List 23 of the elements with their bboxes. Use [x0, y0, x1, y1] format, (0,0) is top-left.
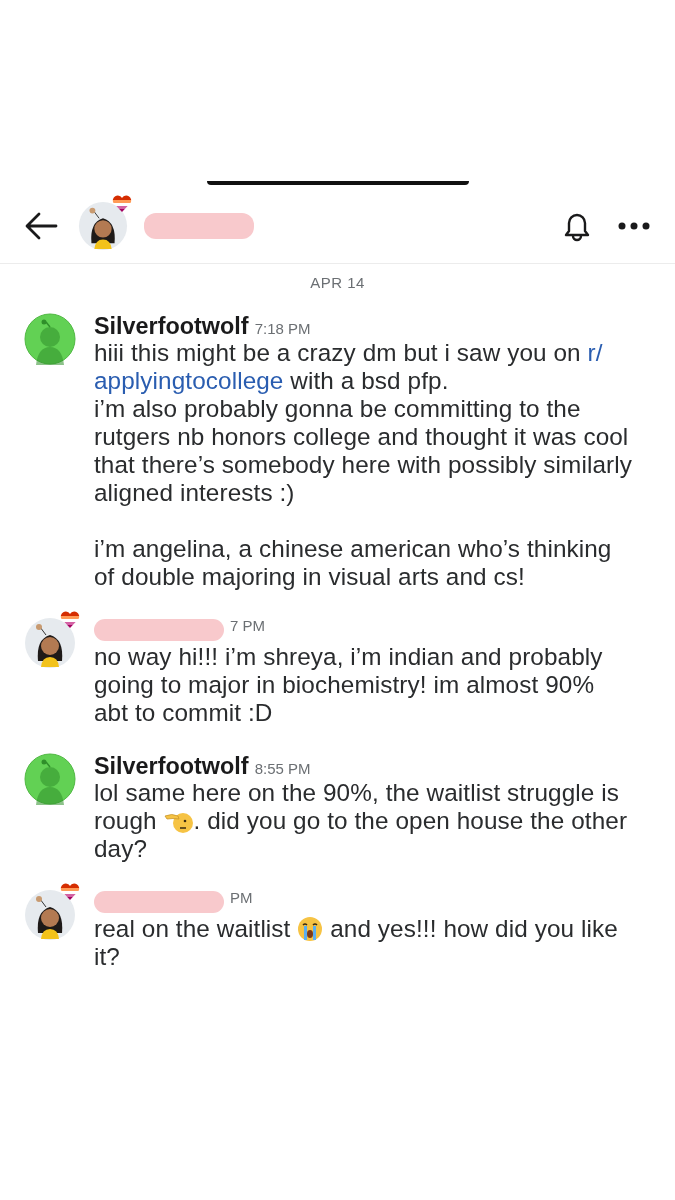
avatar[interactable] — [24, 617, 76, 669]
message-time: PM — [230, 889, 253, 906]
pride-heart-icon — [112, 195, 132, 213]
subreddit-link[interactable]: applyingtocollege — [94, 367, 284, 394]
message-text: i’m also probably gonna be committing to the rutgers nb honors college and thought it was cool that there’s somebody here with possibly similarly aligned interests :) — [94, 395, 633, 507]
crying-face-icon — [297, 916, 324, 942]
message-text: real on the waitlist and yes!!! how did you like it? — [94, 915, 619, 971]
saluting-face-icon — [163, 810, 194, 834]
message-text: lol same here on the 90%, the waitlist struggle is rough . did you go to the open house the other day? — [94, 779, 629, 863]
message-time: 7:18 PM — [254, 320, 311, 337]
message-time: 8:55 PM — [254, 760, 311, 777]
subreddit-link[interactable]: r/ — [587, 339, 603, 366]
message-time: 7 PM — [230, 617, 265, 634]
author-name[interactable]: Silverfootwolf — [94, 753, 249, 780]
date-divider: APR 14 — [309, 273, 366, 293]
author-name[interactable]: Silverfootwolf — [94, 313, 249, 340]
avatar[interactable] — [78, 201, 128, 251]
pride-heart-icon — [60, 883, 80, 901]
message-text: no way hi!!! i’m shreya, i’m indian and probably going to major in biochemistry! im almost 90% abt to commit :D — [94, 643, 604, 727]
avatar[interactable] — [24, 889, 76, 941]
pride-heart-icon — [60, 611, 80, 629]
message-text: hiii this might be a crazy dm but i saw you on r/ applyingtocollege with a bsd pfp. — [94, 339, 604, 395]
message-text: i’m angelina, a chinese american who’s thinking of double majoring in visual arts and cs! — [94, 535, 613, 591]
